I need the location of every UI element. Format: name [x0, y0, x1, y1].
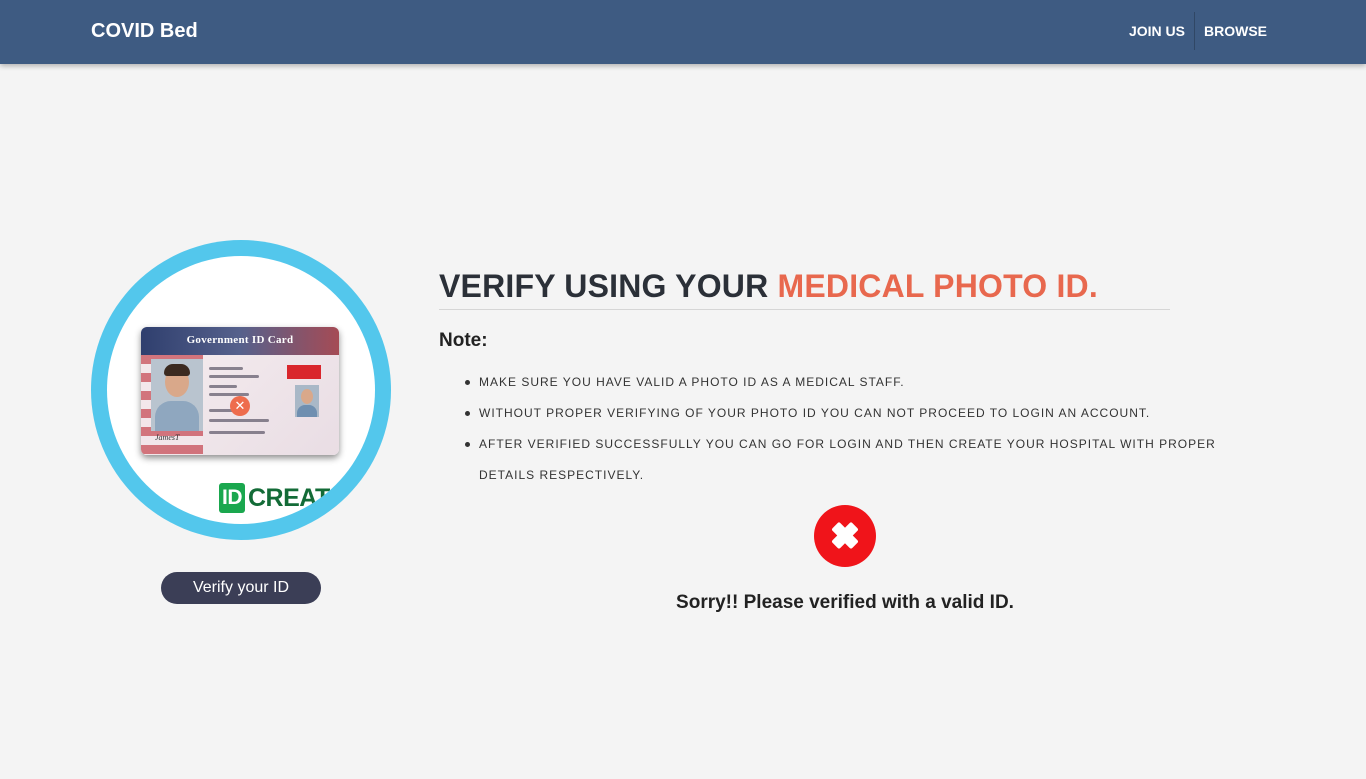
id-preview-ring: Government ID Card JamesT ✕ ID CREAT: [91, 240, 391, 540]
id-card-text-line: [209, 375, 259, 378]
id-card-text-line: [209, 385, 237, 388]
page-heading: VERIFY USING YOUR MEDICAL PHOTO ID.: [439, 268, 1170, 310]
error-x-icon: [814, 505, 876, 567]
id-card-text-line: [209, 367, 243, 370]
idcreator-logo: ID CREAT: [219, 482, 330, 514]
nav-links: JOIN US BROWSE: [1120, 12, 1276, 50]
government-id-card-illustration: Government ID Card JamesT: [141, 327, 339, 455]
id-card-text-line: [209, 419, 269, 422]
id-card-signature: JamesT: [155, 433, 180, 442]
heading-prefix: VERIFY USING YOUR: [439, 268, 778, 304]
reject-close-icon: ✕: [230, 396, 250, 416]
verification-error-message: Sorry!! Please verified with a valid ID.: [676, 592, 1014, 613]
id-card-expires-label: [287, 365, 321, 379]
id-card-text-line: [209, 431, 265, 434]
idcreator-logo-text: CREAT: [248, 483, 330, 512]
top-navbar: COVID Bed JOIN US BROWSE: [0, 0, 1366, 64]
note-item: WITHOUT PROPER VERIFYING OF YOUR PHOTO I…: [465, 398, 1235, 429]
verify-id-button[interactable]: Verify your ID: [161, 572, 321, 604]
id-card-small-portrait: [295, 385, 319, 417]
id-card-title: Government ID Card: [186, 334, 294, 346]
note-label: Note:: [439, 330, 488, 351]
note-list: MAKE SURE YOU HAVE VALID A PHOTO ID AS A…: [465, 367, 1235, 491]
nav-browse-link[interactable]: BROWSE: [1195, 12, 1276, 50]
nav-join-us-link[interactable]: JOIN US: [1120, 12, 1194, 50]
idcreator-logo-id: ID: [219, 483, 245, 513]
id-card-portrait: [151, 359, 203, 431]
note-item: MAKE SURE YOU HAVE VALID A PHOTO ID AS A…: [465, 367, 1235, 398]
heading-highlight: MEDICAL PHOTO ID.: [777, 268, 1098, 304]
id-preview-image: Government ID Card JamesT ✕ ID CREAT: [107, 256, 375, 524]
brand-logo-link[interactable]: COVID Bed: [91, 20, 198, 43]
note-item: AFTER VERIFIED SUCCESSFULLY YOU CAN GO F…: [465, 429, 1235, 491]
